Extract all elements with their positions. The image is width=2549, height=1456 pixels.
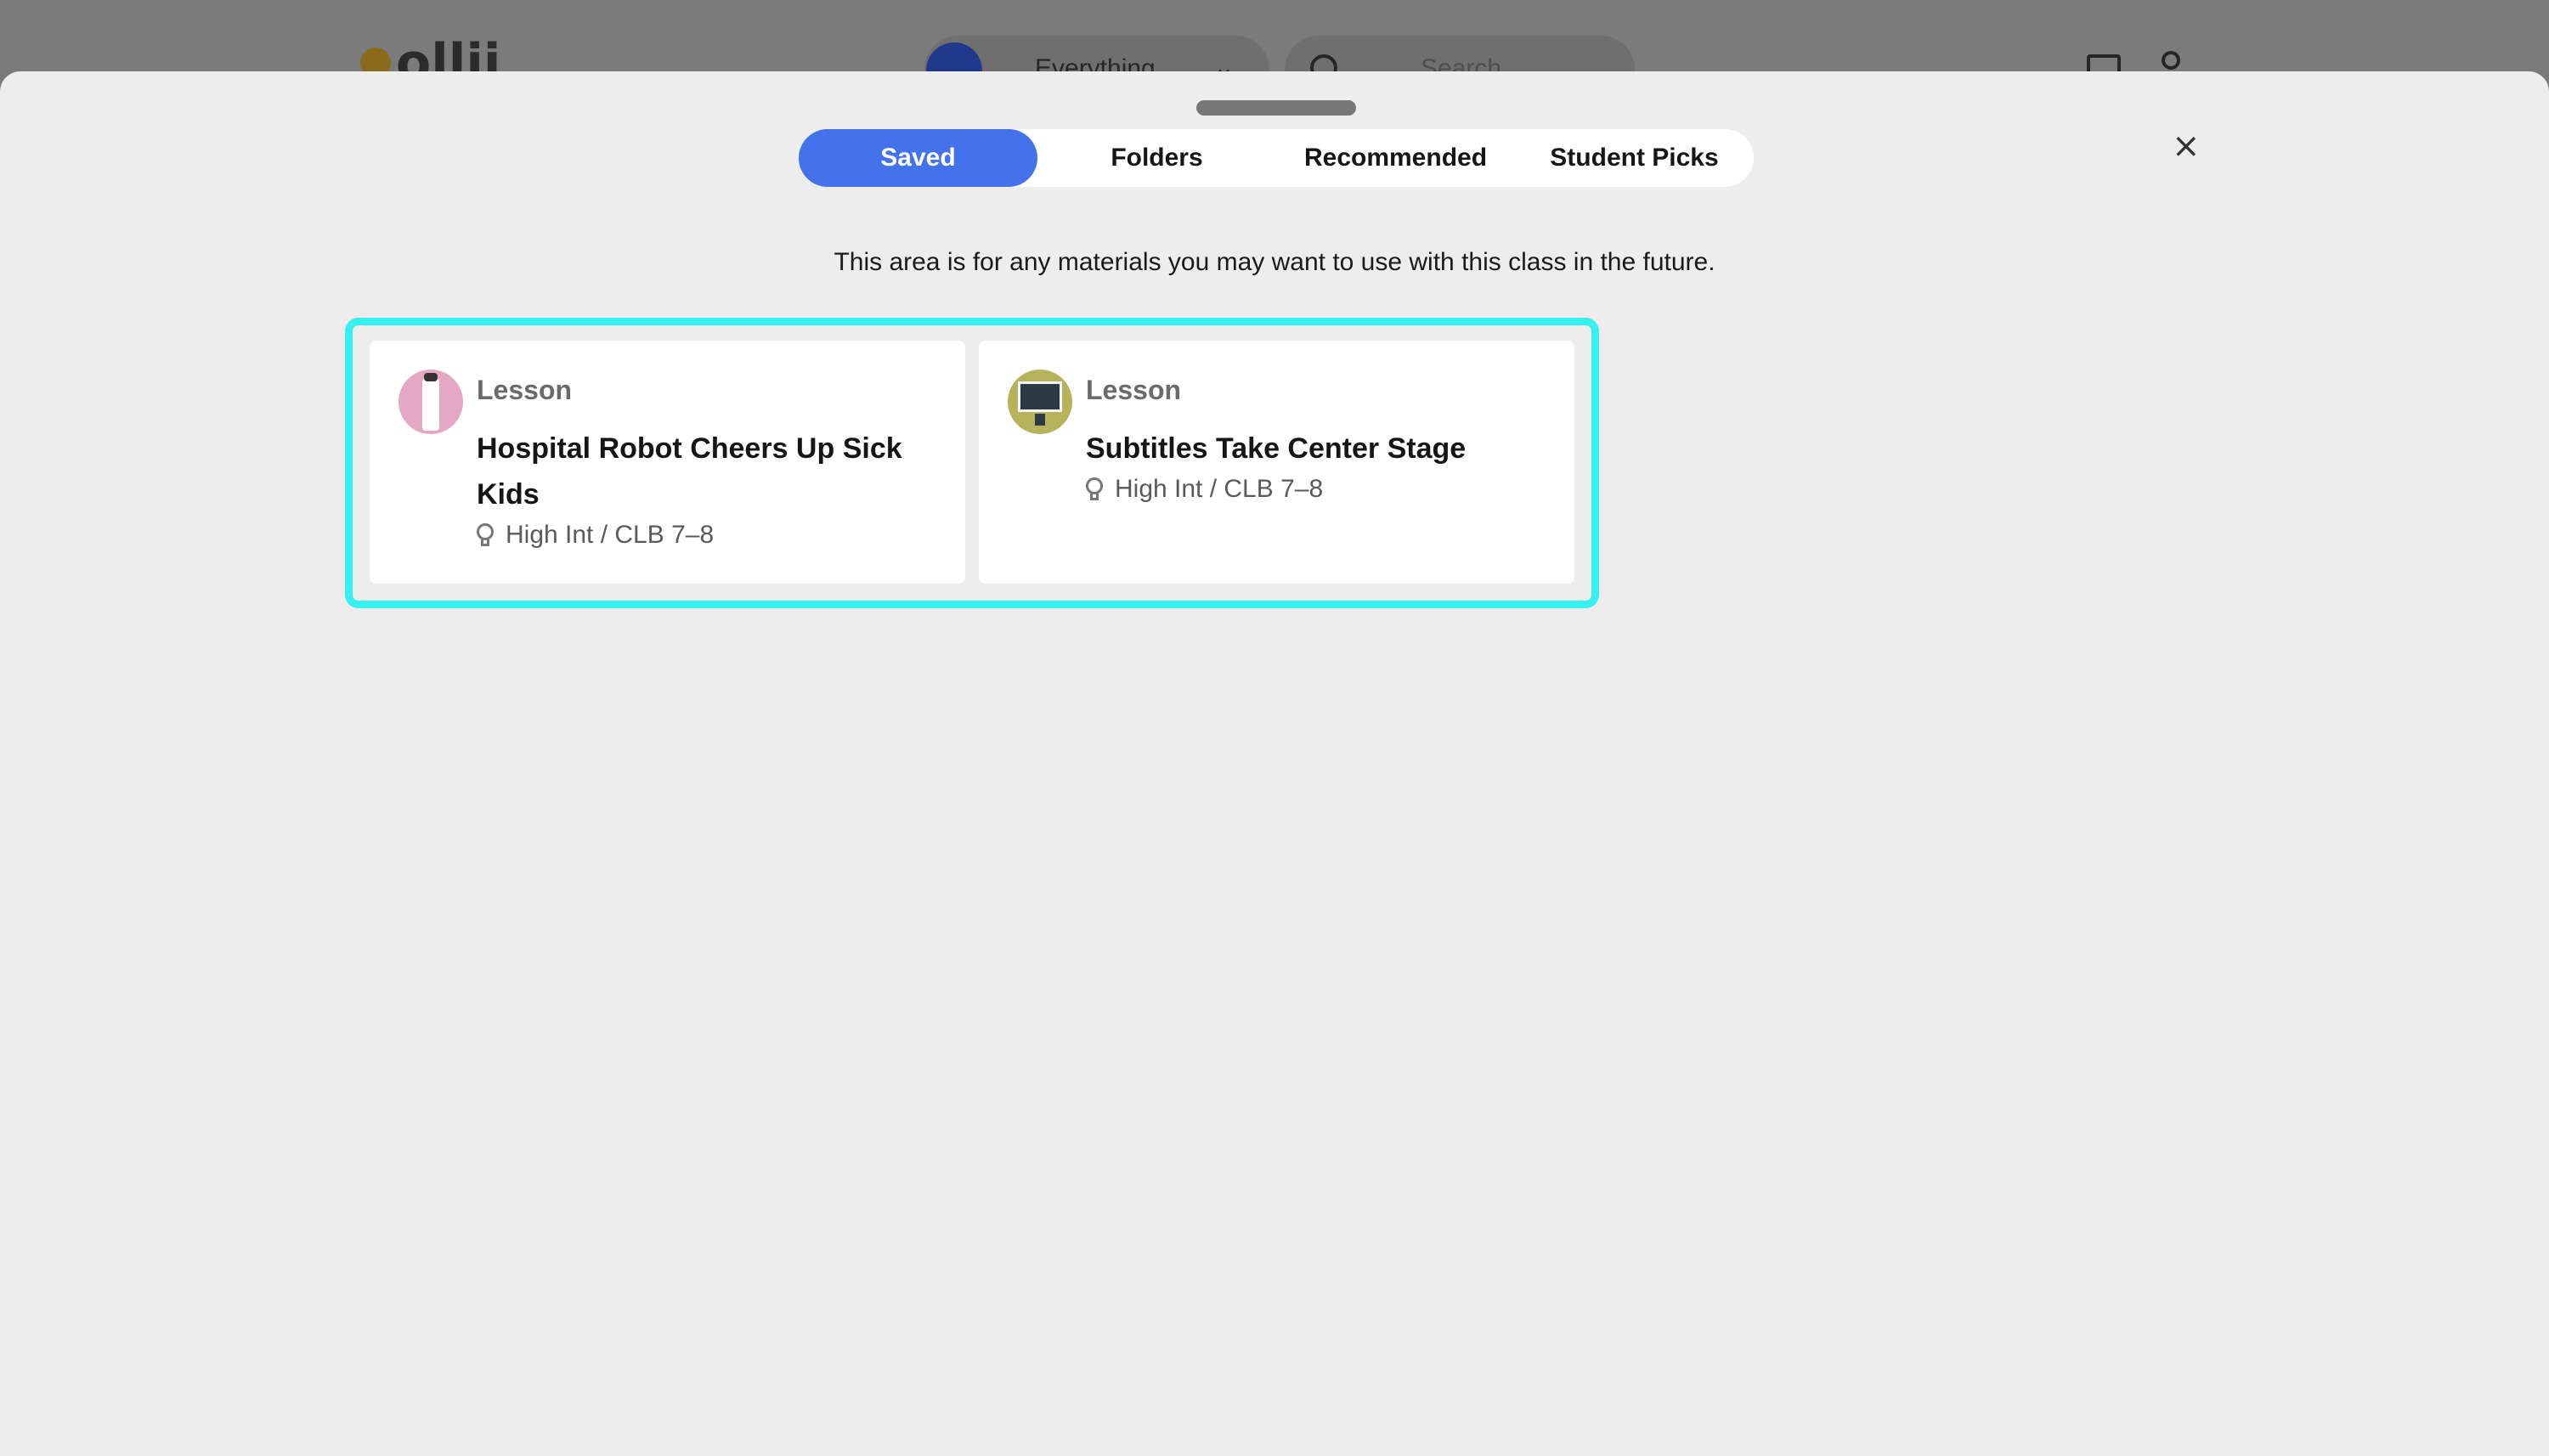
lesson-card[interactable]: Lesson Hospital Robot Cheers Up Sick Kid… <box>370 341 965 584</box>
info-text: This area is for any materials you may w… <box>834 248 1715 276</box>
card-type-label: Lesson <box>477 375 573 405</box>
saved-cards-group: Lesson Hospital Robot Cheers Up Sick Kid… <box>345 318 1599 608</box>
drag-handle[interactable] <box>1196 100 1356 116</box>
card-level-text: High Int / CLB 7–8 <box>506 521 715 549</box>
screen-thumbnail <box>1008 370 1072 434</box>
tab-student-picks[interactable]: Student Picks <box>1515 129 1754 187</box>
close-icon[interactable]: × <box>2172 129 2201 163</box>
tab-saved[interactable]: Saved <box>799 129 1037 187</box>
card-level-text: High Int / CLB 7–8 <box>1115 475 1324 503</box>
card-level: High Int / CLB 7–8 <box>477 521 714 550</box>
card-type-label: Lesson <box>1086 375 1182 405</box>
user-icon <box>2162 51 2180 70</box>
lightbulb-icon <box>477 523 494 547</box>
robot-thumbnail <box>398 370 463 434</box>
lightbulb-icon <box>1086 477 1103 501</box>
card-title: Hospital Robot Cheers Up Sick Kids <box>477 432 902 511</box>
tab-folders[interactable]: Folders <box>1037 129 1276 187</box>
card-title: Subtitles Take Center Stage <box>1086 432 1467 465</box>
saved-materials-sheet: Saved Folders Recommended Student Picks … <box>0 71 2549 1456</box>
lesson-card[interactable]: Lesson Subtitles Take Center Stage High … <box>979 341 1574 584</box>
tab-recommended[interactable]: Recommended <box>1276 129 1515 187</box>
card-level: High Int / CLB 7–8 <box>1086 475 1323 504</box>
tab-bar: Saved Folders Recommended Student Picks <box>799 129 1754 187</box>
